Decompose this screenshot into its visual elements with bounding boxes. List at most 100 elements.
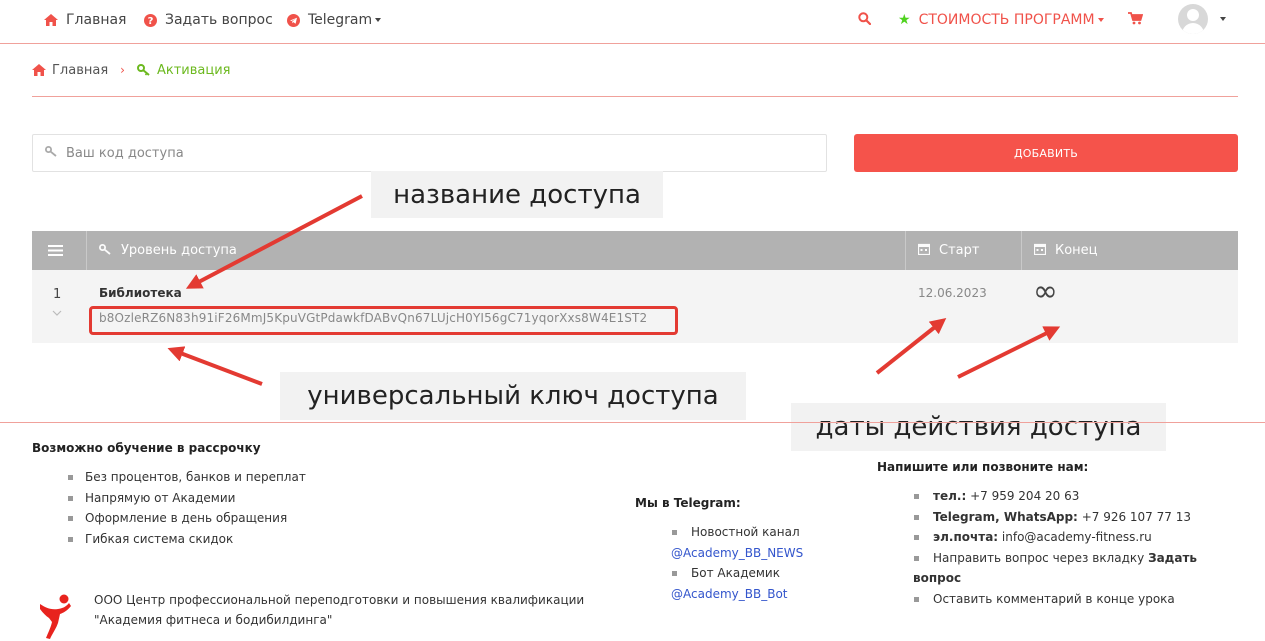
arrow-to-key: [167, 346, 263, 386]
telegram-bot-link[interactable]: @Academy_BB_Bot: [671, 584, 803, 605]
chevron-right-icon: ›: [120, 63, 125, 77]
cart-icon: [1128, 11, 1144, 29]
bullet: [672, 530, 677, 535]
top-nav: Главная ? Задать вопрос Telegram ★ СТОИМ…: [0, 0, 1265, 44]
bullet: [914, 535, 919, 540]
access-level-title: Библиотека: [99, 286, 182, 300]
nav-telegram-label: Telegram: [308, 12, 373, 28]
bullet: [914, 494, 919, 499]
callout-access-dates: даты действия доступа: [791, 403, 1166, 451]
telegram-links: Новостной канал @Academy_BB_NEWS Бот Ака…: [671, 522, 803, 604]
messengers-phone[interactable]: +7 926 107 77 13: [1082, 510, 1191, 524]
telegram-news-label-row: Новостной канал: [671, 522, 803, 543]
key-icon: [99, 243, 112, 258]
messengers-label: Telegram, WhatsApp:: [933, 509, 1078, 524]
list-item: Напрямую от Академии: [66, 488, 306, 509]
breadcrumb-current: Активация: [156, 62, 231, 78]
key-icon: [136, 64, 151, 76]
list-item: Оформление в день обращения: [66, 508, 306, 529]
nav-home[interactable]: Главная: [44, 0, 126, 40]
divider: [32, 96, 1238, 97]
svg-text:?: ?: [148, 16, 154, 27]
bullet: [914, 596, 919, 602]
search-icon: [858, 11, 872, 29]
nav-program-prices-dropdown[interactable]: ★ СТОИМОСТЬ ПРОГРАММ: [898, 0, 1104, 40]
home-icon: [44, 14, 58, 26]
telegram-news-link[interactable]: @Academy_BB_NEWS: [671, 543, 803, 564]
access-table-header: Уровень доступа Старт Конец: [32, 231, 1238, 270]
telegram-bot-label: Бот Академик: [691, 566, 780, 580]
access-end-infinity: ∞: [1033, 274, 1058, 309]
chevron-down-icon: [375, 18, 382, 22]
cart-button[interactable]: [1128, 0, 1144, 40]
access-code-field[interactable]: [32, 134, 827, 172]
email-label: эл.почта:: [933, 530, 999, 544]
list-item: Гибкая система скидок: [66, 529, 306, 550]
organization-name: ООО Центр профессиональной переподготовк…: [94, 590, 584, 630]
callout-access-key: универсальный ключ доступа: [280, 372, 746, 420]
user-menu-chevron-icon[interactable]: [1220, 17, 1226, 21]
bullet: [914, 555, 919, 561]
column-level-label: Уровень доступа: [121, 243, 237, 258]
email-address[interactable]: info@academy-fitness.ru: [1002, 530, 1152, 544]
contact-phone: тел.: +7 959 204 20 63: [913, 486, 1233, 507]
contact-list: тел.: +7 959 204 20 63 Telegram, WhatsAp…: [913, 486, 1233, 609]
chevron-down-icon[interactable]: [52, 308, 62, 319]
column-divider: [1021, 231, 1022, 270]
access-start-date: 12.06.2023: [918, 286, 987, 300]
nav-home-label: Главная: [66, 12, 127, 28]
contact-ask-question: Направить вопрос через вкладку Задать: [913, 548, 1233, 569]
menu-icon[interactable]: [48, 231, 63, 270]
breadcrumb-home[interactable]: Главная: [52, 63, 108, 78]
key-highlight-box: [89, 306, 678, 335]
footer-divider: [0, 422, 1265, 423]
ask-link-part-2[interactable]: вопрос: [913, 571, 961, 585]
callout-access-name: название доступа: [371, 171, 663, 218]
avatar[interactable]: [1178, 4, 1208, 34]
list-item: Без процентов, банков и переплат: [66, 467, 306, 488]
column-divider: [905, 231, 906, 270]
bullet: [672, 571, 677, 576]
nav-price-label: СТОИМОСТЬ ПРОГРАММ: [918, 12, 1095, 28]
add-button[interactable]: ДОБАВИТЬ: [854, 134, 1238, 172]
home-icon: [32, 64, 46, 76]
star-icon: ★: [898, 12, 911, 28]
column-divider: [86, 231, 87, 270]
contact-comment: Оставить комментарий в конце урока: [913, 589, 1233, 610]
breadcrumb: Главная › Активация: [32, 58, 230, 82]
column-header-start[interactable]: Старт: [917, 231, 980, 270]
comment-text: Оставить комментарий в конце урока: [933, 591, 1175, 606]
question-circle-icon: ?: [144, 13, 157, 27]
row-number: 1: [53, 287, 62, 302]
column-header-level[interactable]: Уровень доступа: [99, 231, 237, 270]
search-button[interactable]: [858, 0, 872, 40]
column-start-label: Старт: [939, 243, 980, 258]
nav-ask-question[interactable]: ? Задать вопрос: [144, 0, 273, 40]
ask-link-part-1[interactable]: Задать: [1148, 551, 1197, 565]
org-line-2: "Академия фитнеса и бодибилдинга": [94, 613, 333, 627]
contact-email: эл.почта: info@academy-fitness.ru: [913, 527, 1233, 548]
nav-telegram-dropdown[interactable]: Telegram: [287, 0, 382, 40]
chevron-down-icon: [1097, 18, 1104, 22]
org-line-1: ООО Центр профессиональной переподготовк…: [94, 593, 585, 607]
phone-number[interactable]: +7 959 204 20 63: [970, 489, 1079, 503]
academy-logo: [40, 594, 71, 639]
ask-prefix: Направить вопрос через вкладку: [933, 550, 1145, 565]
contact-title: Напишите или позвоните нам:: [877, 460, 1089, 474]
key-icon: [45, 146, 58, 160]
calendar-icon: [917, 243, 931, 258]
column-end-label: Конец: [1055, 243, 1098, 258]
installment-title: Возможно обучение в рассрочку: [32, 441, 261, 455]
telegram-icon: [287, 13, 300, 27]
avatar-body: [1182, 23, 1204, 34]
access-code-input[interactable]: [66, 145, 766, 161]
nav-ask-label: Задать вопрос: [165, 12, 273, 28]
contact-messengers: Telegram, WhatsApp: +7 926 107 77 13: [913, 507, 1233, 528]
column-header-end[interactable]: Конец: [1033, 231, 1098, 270]
bullet: [914, 514, 919, 520]
telegram-news-label: Новостной канал: [691, 525, 800, 539]
installment-list: Без процентов, банков и переплат Напряму…: [66, 467, 306, 549]
telegram-title: Мы в Telegram:: [635, 496, 741, 510]
telegram-bot-label-row: Бот Академик: [671, 563, 803, 584]
contact-ask-question-cont: вопрос: [913, 568, 1233, 589]
